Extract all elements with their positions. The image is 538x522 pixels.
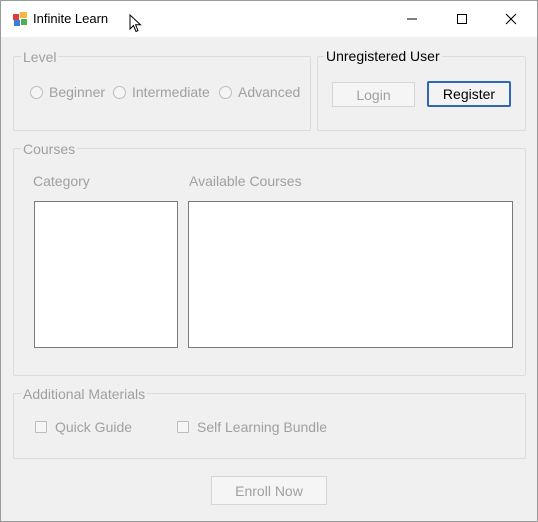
- user-legend: Unregistered User: [324, 48, 442, 64]
- radio-advanced[interactable]: Advanced: [219, 84, 300, 100]
- window-title: Infinite Learn: [33, 11, 109, 26]
- close-button[interactable]: [488, 1, 534, 37]
- maximize-button[interactable]: [439, 1, 485, 37]
- radio-circle: [219, 85, 232, 99]
- app-window: Infinite Learn Level Beginner Intermedia…: [0, 0, 538, 522]
- checkbox-label: Self Learning Bundle: [197, 419, 327, 435]
- quick-guide-checkbox[interactable]: Quick Guide: [35, 419, 132, 435]
- radio-label: Beginner: [49, 84, 106, 100]
- checkbox-box: [35, 421, 47, 433]
- category-label: Category: [33, 173, 90, 189]
- mouse-cursor-icon: [129, 14, 142, 33]
- available-courses-list[interactable]: [188, 201, 513, 348]
- level-legend: Level: [21, 49, 59, 65]
- checkbox-label: Quick Guide: [55, 419, 133, 435]
- radio-beginner[interactable]: Beginner: [30, 84, 105, 100]
- minimize-icon: [407, 18, 417, 20]
- radio-label: Intermediate: [132, 84, 210, 100]
- maximize-icon: [457, 14, 467, 24]
- radio-circle: [30, 85, 43, 99]
- register-button[interactable]: Register: [427, 81, 511, 107]
- app-icon: [13, 12, 27, 26]
- radio-circle: [113, 85, 126, 99]
- checkbox-box: [177, 421, 189, 433]
- radio-intermediate[interactable]: Intermediate: [113, 84, 210, 100]
- materials-legend: Additional Materials: [21, 386, 148, 402]
- title-bar[interactable]: Infinite Learn: [1, 1, 537, 37]
- login-button[interactable]: Login: [332, 82, 415, 107]
- close-icon: [505, 13, 517, 25]
- minimize-button[interactable]: [389, 1, 435, 37]
- enroll-now-button[interactable]: Enroll Now: [211, 476, 327, 505]
- category-list[interactable]: [34, 201, 178, 348]
- available-courses-label: Available Courses: [189, 173, 302, 189]
- radio-label: Advanced: [238, 84, 301, 100]
- self-learning-checkbox[interactable]: Self Learning Bundle: [177, 419, 327, 435]
- courses-legend: Courses: [21, 141, 78, 157]
